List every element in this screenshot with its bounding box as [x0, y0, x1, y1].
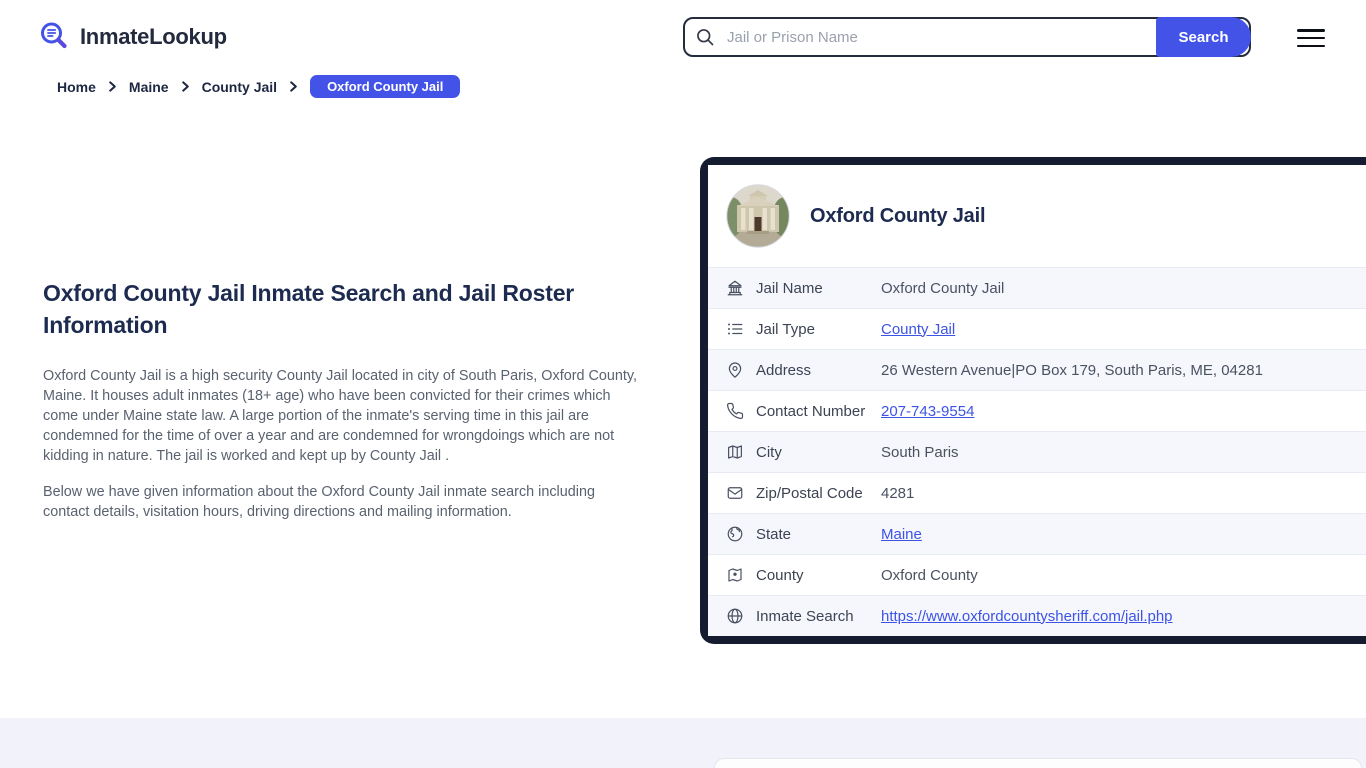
- page: InmateLookup Search Home Maine County Ja…: [0, 0, 1366, 768]
- map-pin-icon: [728, 362, 742, 378]
- table-row-city: City South Paris: [708, 431, 1366, 472]
- chevron-right-icon: [109, 81, 116, 92]
- article: Oxford County Jail Inmate Search and Jai…: [43, 277, 643, 538]
- breadcrumb: Home Maine County Jail Oxford County Jai…: [57, 75, 461, 98]
- map-icon: [728, 445, 742, 459]
- row-label: Jail Type: [756, 320, 815, 338]
- chevron-right-icon: [181, 81, 189, 92]
- brand-name: InmateLookup: [80, 24, 227, 49]
- table-row-contact-number: Contact Number 207-743-9554: [708, 390, 1366, 431]
- globe-icon: [727, 608, 743, 624]
- search-bar: Search: [683, 17, 1251, 57]
- row-value: Oxford County: [881, 566, 978, 584]
- jail-photo: [726, 184, 790, 248]
- brand-logo[interactable]: InmateLookup: [38, 20, 227, 54]
- jail-detail-table: Jail Name Oxford County Jail Jail Type C…: [708, 267, 1366, 636]
- search-button[interactable]: Search: [1156, 17, 1251, 57]
- contact-number-link[interactable]: 207-743-9554: [881, 403, 974, 420]
- state-link[interactable]: Maine: [881, 526, 922, 543]
- inmatelookup-logo-icon: [41, 22, 67, 49]
- next-section-background: [0, 718, 1366, 768]
- row-label: City: [756, 443, 782, 461]
- table-row-state: State Maine: [708, 513, 1366, 554]
- menu-icon[interactable]: [1297, 29, 1325, 48]
- mail-icon: [727, 487, 743, 499]
- row-label: Contact Number: [756, 402, 866, 420]
- row-value: Oxford County Jail: [881, 279, 1005, 297]
- jail-card-header: Oxford County Jail: [708, 165, 1366, 267]
- breadcrumb-county-jail[interactable]: County Jail: [202, 79, 277, 95]
- landmark-icon: [727, 280, 743, 296]
- jail-type-link[interactable]: County Jail: [881, 321, 955, 338]
- table-row-jail-name: Jail Name Oxford County Jail: [708, 267, 1366, 308]
- article-paragraph-2: Below we have given information about th…: [43, 484, 595, 520]
- globe-americas-icon: [727, 526, 743, 542]
- row-value: South Paris: [881, 443, 959, 461]
- breadcrumb-home[interactable]: Home: [57, 79, 96, 95]
- phone-icon: [726, 402, 744, 420]
- table-row-zip: Zip/Postal Code 4281: [708, 472, 1366, 513]
- list-icon: [728, 323, 743, 335]
- row-label: Address: [756, 361, 812, 379]
- row-label: County: [756, 566, 804, 584]
- row-value: 26 Western Avenue|PO Box 179, South Pari…: [881, 361, 1263, 379]
- chevron-right-icon: [290, 81, 297, 92]
- breadcrumb-maine[interactable]: Maine: [129, 79, 169, 95]
- row-value: 4281: [881, 484, 915, 502]
- table-row-county: County Oxford County: [708, 554, 1366, 595]
- table-row-jail-type: Jail Type County Jail: [708, 308, 1366, 349]
- article-paragraph-1: Oxford County Jail is a high security Co…: [43, 368, 638, 464]
- row-label: Zip/Postal Code: [756, 484, 863, 502]
- table-row-address: Address 26 Western Avenue|PO Box 179, So…: [708, 349, 1366, 390]
- map-marker-icon: [728, 568, 742, 582]
- page-title: Oxford County Jail Inmate Search and Jai…: [43, 280, 575, 338]
- table-row-inmate-search: Inmate Search https://www.oxfordcountysh…: [708, 595, 1366, 636]
- jail-info-card: Oxford County Jail Jail Name Oxford Coun…: [700, 157, 1366, 644]
- search-icon: [697, 29, 714, 46]
- jail-building-image: [726, 184, 790, 248]
- inmate-search-link[interactable]: https://www.oxfordcountysheriff.com/jail…: [881, 608, 1173, 625]
- next-card-top-edge: [714, 758, 1362, 768]
- breadcrumb-current: Oxford County Jail: [310, 75, 461, 98]
- row-label: Inmate Search: [756, 607, 854, 625]
- row-label: State: [756, 525, 792, 543]
- jail-card-title: Oxford County Jail: [810, 204, 986, 227]
- row-label: Jail Name: [756, 279, 823, 297]
